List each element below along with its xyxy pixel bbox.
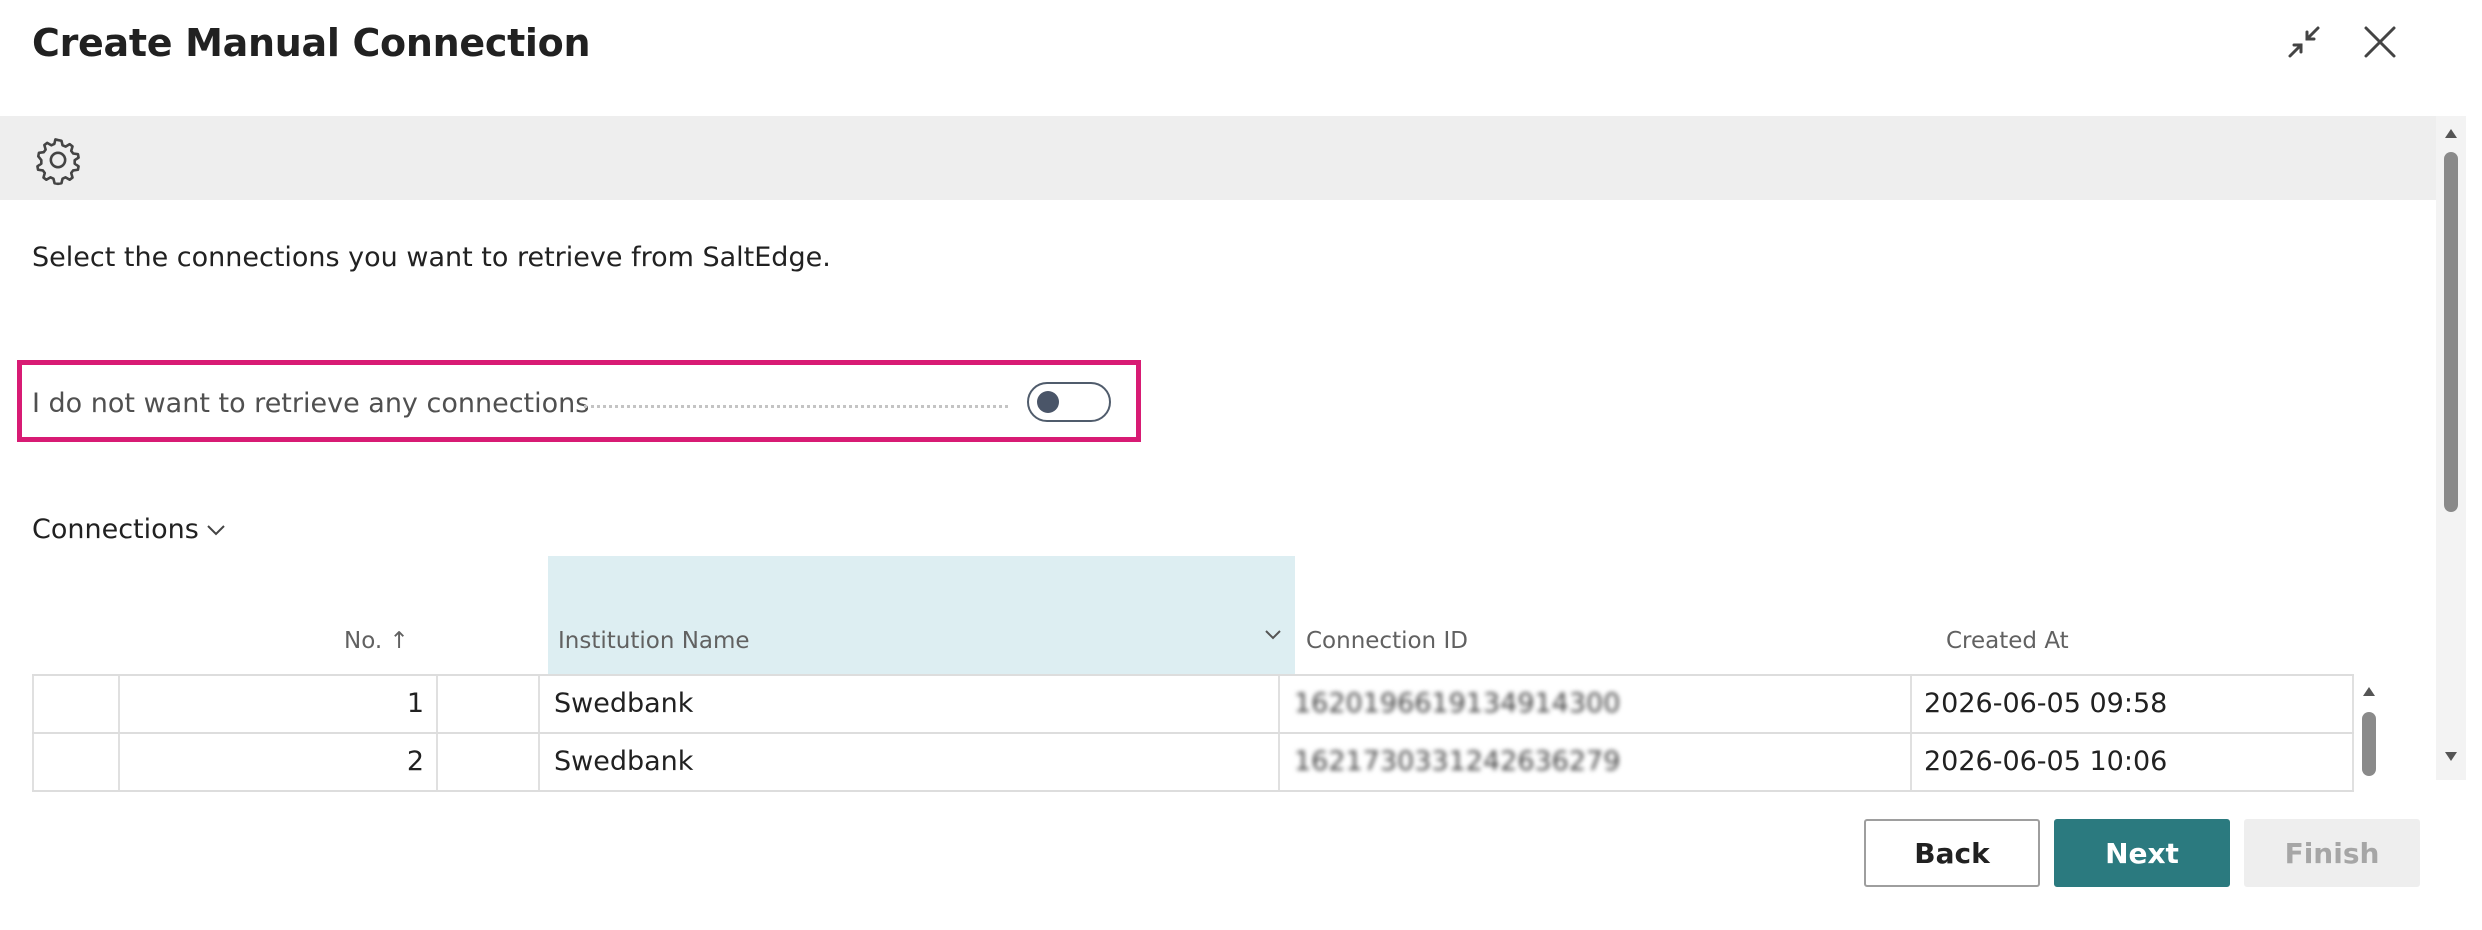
connections-group-label: Connections [32, 514, 199, 545]
collapse-button[interactable] [2276, 14, 2332, 70]
page-scrollbar-thumb[interactable] [2444, 152, 2458, 512]
action-bar [0, 116, 2436, 200]
column-header-institution[interactable]: Institution Name [558, 626, 750, 656]
back-button[interactable]: Back [1864, 819, 2040, 887]
column-header-no[interactable]: No. ↑ [344, 626, 409, 656]
cell-institution[interactable]: Swedbank [554, 676, 693, 732]
cell-no[interactable]: 1 [118, 676, 424, 732]
row-border [1278, 676, 1280, 732]
sort-ascending-icon: ↑ [389, 628, 409, 654]
scroll-up-arrow-icon[interactable] [2361, 684, 2377, 698]
collapse-icon [2288, 26, 2320, 58]
chevron-down-icon [203, 517, 229, 543]
gear-icon [36, 138, 80, 186]
no-connections-toggle[interactable] [1027, 382, 1111, 422]
row-border [1910, 734, 1912, 790]
row-border [436, 676, 438, 732]
row-border [1910, 676, 1912, 732]
cell-no[interactable]: 2 [118, 734, 424, 790]
connections-group-header[interactable]: Connections [32, 510, 229, 550]
cell-created-at[interactable]: 2026-06-05 09:58 [1924, 676, 2167, 732]
institution-column-header-bg[interactable] [548, 556, 1295, 674]
no-connections-label: I do not want to retrieve any connection… [32, 388, 590, 419]
row-border [2352, 676, 2354, 732]
close-button[interactable] [2352, 14, 2408, 70]
next-button[interactable]: Next [2054, 819, 2230, 887]
row-border [32, 676, 34, 732]
label-leader-dots [584, 405, 1008, 408]
close-icon [2364, 26, 2396, 58]
row-border [2352, 734, 2354, 790]
row-border [32, 734, 34, 790]
row-border [436, 734, 438, 790]
page-scrollbar[interactable] [2436, 116, 2466, 780]
table-row[interactable]: 1 Swedbank 1620196619134914300 2026-06-0… [32, 676, 2354, 734]
column-header-no-label: No. [344, 628, 383, 654]
column-menu-chevron-icon[interactable] [1262, 624, 1284, 650]
dialog-title: Create Manual Connection [32, 21, 591, 65]
row-border [538, 734, 540, 790]
column-header-created-at[interactable]: Created At [1946, 626, 2069, 656]
table-scrollbar[interactable] [2358, 676, 2380, 776]
cell-created-at[interactable]: 2026-06-05 10:06 [1924, 734, 2167, 790]
column-header-connection-id[interactable]: Connection ID [1306, 626, 1468, 656]
cell-connection-id[interactable]: 1620196619134914300 [1294, 676, 1620, 732]
finish-button[interactable]: Finish [2244, 819, 2420, 887]
cell-connection-id[interactable]: 1621730331242636279 [1294, 734, 1620, 790]
scroll-up-arrow-icon[interactable] [2443, 126, 2459, 140]
table-row[interactable]: 2 Swedbank 1621730331242636279 2026-06-0… [32, 734, 2354, 792]
table-scrollbar-thumb[interactable] [2362, 712, 2376, 776]
instruction-text: Select the connections you want to retri… [32, 242, 831, 273]
row-border [538, 676, 540, 732]
scroll-down-arrow-icon[interactable] [2443, 750, 2459, 764]
row-border [1278, 734, 1280, 790]
toggle-knob [1037, 391, 1059, 413]
settings-button[interactable] [30, 132, 86, 188]
cell-institution[interactable]: Swedbank [554, 734, 693, 790]
